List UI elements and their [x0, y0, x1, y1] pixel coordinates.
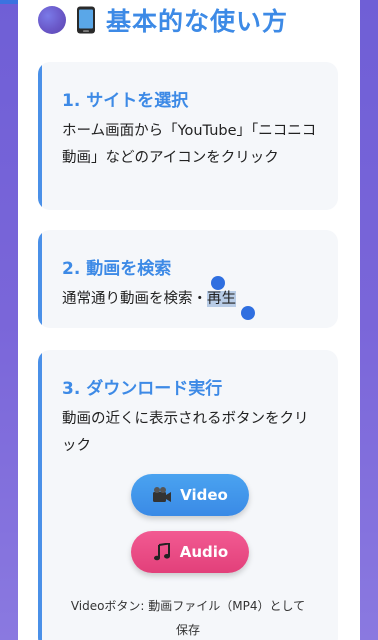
selection-start-handle[interactable]: [211, 276, 225, 290]
step-card-2: 2. 動画を検索 通常通り動画を検索・再生: [38, 230, 338, 328]
content-panel: 基本的な使い方 1. サイトを選択 ホーム画面から「YouTube」「ニコニコ動…: [18, 0, 360, 640]
audio-button-label: Audio: [179, 543, 229, 561]
video-button-note-line-2: 保存: [175, 623, 200, 637]
step-card-1: 1. サイトを選択 ホーム画面から「YouTube」「ニコニコ動画」などのアイコ…: [38, 62, 338, 210]
step-2-text-plain: 通常通り動画を検索・: [62, 291, 207, 307]
mobile-phone-icon: [77, 6, 95, 34]
page-title: 基本的な使い方: [106, 7, 289, 36]
section-heading: 基本的な使い方: [38, 6, 288, 36]
step-1-text: ホーム画面から「YouTube」「ニコニコ動画」などのアイコンをクリック: [62, 123, 317, 166]
music-note-icon: [153, 543, 170, 561]
step-3-text: 動画の近くに表示されるボタンをクリック: [62, 411, 309, 454]
orb-icon: [38, 6, 66, 34]
selection-end-handle[interactable]: [241, 306, 255, 320]
selected-text[interactable]: 再生: [207, 291, 236, 307]
audio-download-button[interactable]: Audio: [131, 531, 249, 573]
step-2-title: 2. 動画を検索: [62, 259, 172, 279]
step-card-3: 3. ダウンロード実行 動画の近くに表示されるボタンをクリック Video Au…: [38, 350, 338, 640]
step-3-title: 3. ダウンロード実行: [62, 379, 223, 399]
step-2-text: 通常通り動画を検索・再生: [62, 286, 320, 313]
step-1-title: 1. サイトを選択: [62, 91, 189, 111]
video-button-note-line-1: Videoボタン: 動画ファイル（MP4）として: [70, 599, 306, 613]
film-camera-icon: [153, 487, 172, 502]
video-button-label: Video: [180, 486, 228, 504]
video-download-button[interactable]: Video: [131, 474, 249, 516]
